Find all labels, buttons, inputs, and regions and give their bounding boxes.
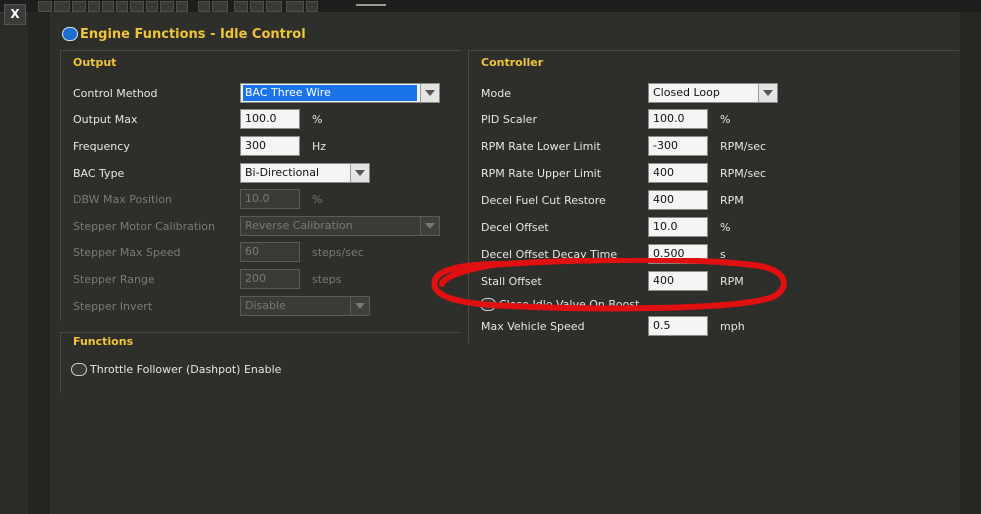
- toolbar-button[interactable]: [160, 1, 174, 12]
- decel-offset-input[interactable]: 10.0: [648, 217, 708, 237]
- decel-offset-label: Decel Offset: [481, 221, 549, 234]
- max-vehicle-speed-input[interactable]: 0.5: [648, 316, 708, 336]
- frequency-unit: Hz: [312, 140, 327, 153]
- bac-type-select[interactable]: Bi-Directional: [240, 163, 370, 183]
- pid-scaler-unit: %: [720, 113, 731, 126]
- rpm-rate-upper-limit-label: RPM Rate Upper Limit: [481, 167, 602, 180]
- decel-fuel-cut-restore-unit: RPM: [720, 194, 744, 207]
- toolbar-button[interactable]: [176, 1, 188, 12]
- toolbar-button[interactable]: [102, 1, 114, 12]
- rpm-rate-lower-limit-input[interactable]: -300: [648, 136, 708, 156]
- stepper-invert-label: Stepper Invert: [73, 300, 153, 313]
- pid-scaler-label: PID Scaler: [481, 113, 537, 126]
- output-max-unit: %: [312, 113, 323, 126]
- chevron-down-icon[interactable]: [350, 297, 369, 315]
- stepper-max-speed-label: Stepper Max Speed: [73, 246, 181, 259]
- toolbar-button[interactable]: [250, 1, 264, 12]
- chevron-down-icon[interactable]: [758, 84, 777, 102]
- panel-toggle-icon[interactable]: [62, 27, 78, 41]
- stepper-range-input[interactable]: 200: [240, 269, 300, 289]
- frequency-input[interactable]: 300: [240, 136, 300, 156]
- toolbar-button[interactable]: [198, 1, 210, 12]
- right-gutter: [960, 12, 981, 514]
- controller-group-title: Controller: [481, 56, 544, 69]
- max-vehicle-speed-label: Max Vehicle Speed: [481, 320, 585, 333]
- output-group-title: Output: [73, 56, 117, 69]
- stepper-motor-calibration-label: Stepper Motor Calibration: [73, 220, 215, 233]
- throttle-follower-toggle[interactable]: [71, 363, 87, 376]
- rpm-rate-upper-limit-input[interactable]: 400: [648, 163, 708, 183]
- toolbar-button[interactable]: [88, 1, 100, 12]
- decel-fuel-cut-restore-label: Decel Fuel Cut Restore: [481, 194, 606, 207]
- control-method-select[interactable]: BAC Three Wire: [240, 83, 440, 103]
- functions-group-title: Functions: [73, 335, 134, 348]
- close-button[interactable]: X: [4, 4, 26, 25]
- toolbar-button[interactable]: [212, 1, 228, 12]
- drag-handle[interactable]: [356, 4, 386, 6]
- output-max-label: Output Max: [73, 113, 138, 126]
- decel-offset-unit: %: [720, 221, 731, 234]
- toolbar-button[interactable]: [286, 1, 304, 12]
- control-method-value: BAC Three Wire: [243, 85, 417, 101]
- toolbar-button[interactable]: [234, 1, 248, 12]
- dbw-max-position-input[interactable]: 10.0: [240, 189, 300, 209]
- left-gutter: [28, 12, 50, 514]
- chevron-down-icon[interactable]: [420, 217, 439, 235]
- bac-type-label: BAC Type: [73, 167, 125, 180]
- max-vehicle-speed-unit: mph: [720, 320, 745, 333]
- rpm-rate-lower-limit-unit: RPM/sec: [720, 140, 767, 153]
- mode-select[interactable]: Closed Loop: [648, 83, 778, 103]
- stepper-max-speed-input[interactable]: 60: [240, 242, 300, 262]
- pid-scaler-input[interactable]: 100.0: [648, 109, 708, 129]
- stepper-max-speed-unit: steps/sec: [312, 246, 364, 259]
- throttle-follower-label: Throttle Follower (Dashpot) Enable: [90, 363, 282, 376]
- toolbar-button[interactable]: [266, 1, 282, 12]
- chevron-down-icon[interactable]: [420, 84, 439, 102]
- toolbar-button[interactable]: [38, 1, 52, 12]
- rpm-rate-lower-limit-label: RPM Rate Lower Limit: [481, 140, 601, 153]
- stepper-range-unit: steps: [312, 273, 342, 286]
- dbw-max-position-label: DBW Max Position: [73, 193, 173, 206]
- frequency-label: Frequency: [73, 140, 130, 153]
- stepper-motor-calibration-select[interactable]: Reverse Calibration: [240, 216, 440, 236]
- panel-title: Engine Functions - Idle Control: [80, 27, 306, 42]
- red-annotation-ellipse: [431, 258, 787, 312]
- stepper-motor-calibration-value: Reverse Calibration: [245, 219, 353, 232]
- toolbar-button[interactable]: [116, 1, 128, 12]
- stepper-range-label: Stepper Range: [73, 273, 155, 286]
- toolbar-button[interactable]: [306, 1, 318, 12]
- dbw-max-position-unit: %: [312, 193, 323, 206]
- control-method-label: Control Method: [73, 87, 158, 100]
- toolbar-button[interactable]: [72, 1, 86, 12]
- output-max-input[interactable]: 100.0: [240, 109, 300, 129]
- mode-label: Mode: [481, 87, 511, 100]
- toolbar-button[interactable]: [130, 1, 144, 12]
- toolbar-button[interactable]: [146, 1, 158, 12]
- toolbar-button[interactable]: [54, 1, 70, 12]
- rpm-rate-upper-limit-unit: RPM/sec: [720, 167, 767, 180]
- chevron-down-icon[interactable]: [350, 164, 369, 182]
- stepper-invert-select[interactable]: Disable: [240, 296, 370, 316]
- decel-fuel-cut-restore-input[interactable]: 400: [648, 190, 708, 210]
